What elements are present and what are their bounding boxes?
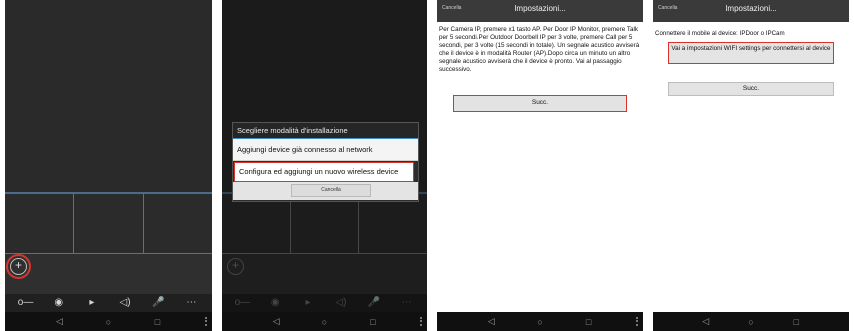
home-icon[interactable]: ○ (103, 317, 115, 327)
camera-main-view[interactable] (5, 0, 212, 192)
camera-grid (5, 194, 212, 254)
phone-install-dialog: + o— ◉ ▸ ◁) 🎤 ⋯ Scegliere modalità d'ins… (222, 0, 427, 331)
camera-cell[interactable] (143, 194, 212, 254)
more-icon[interactable]: ⋯ (181, 296, 201, 310)
camera-toolbar: o— ◉ ▸ ◁) 🎤 ⋯ (5, 294, 212, 312)
recents-icon[interactable]: □ (583, 317, 595, 327)
speaker-icon[interactable]: ◁) (115, 296, 135, 310)
menu-dots-icon[interactable] (636, 317, 638, 326)
wifi-settings-button[interactable]: Vai a impostazioni WIFI settings per con… (668, 42, 834, 64)
page-title: Impostazioni... (514, 4, 566, 13)
plus-icon: + (14, 258, 22, 272)
page-title: Impostazioni... (725, 4, 777, 13)
settings-body: Per Camera IP, premere x1 tasto AP. Per … (437, 22, 643, 312)
instructions-text: Per Camera IP, premere x1 tasto AP. Per … (439, 26, 640, 73)
option-configure-new-wireless-device[interactable]: Configura ed aggiungi un nuovo wireless … (234, 162, 414, 182)
add-device-button[interactable]: + (10, 258, 27, 275)
dialog-footer: Cancella (233, 182, 418, 200)
phone-settings-instructions: Cancella Impostazioni... Per Camera IP, … (437, 0, 643, 331)
home-icon[interactable]: ○ (745, 317, 757, 327)
home-icon[interactable]: ○ (318, 317, 330, 327)
connect-instruction-text: Connettere il mobile al device: IPDoor o… (655, 30, 785, 37)
settings-body: Connettere il mobile al device: IPDoor o… (653, 22, 849, 312)
screenshot-strip: + o— ◉ ▸ ◁) 🎤 ⋯ ◁ ○ □ + o— ◉ ▸ ◁) 🎤 ⋯ Sc… (0, 0, 854, 331)
menu-dots-icon[interactable] (205, 317, 207, 326)
settings-header: Cancella Impostazioni... (437, 0, 643, 22)
recents-icon[interactable]: □ (790, 317, 802, 327)
phone-settings-wifi: Cancella Impostazioni... Connettere il m… (653, 0, 849, 331)
home-icon[interactable]: ○ (534, 317, 546, 327)
next-button[interactable]: Succ. (453, 95, 627, 112)
recents-icon[interactable]: □ (367, 317, 379, 327)
android-nav-bar: ◁ ○ □ (437, 312, 643, 331)
android-nav-bar: ◁ ○ □ (5, 312, 212, 331)
key-icon[interactable]: o— (16, 296, 36, 310)
android-nav-bar: ◁ ○ □ (653, 312, 849, 331)
camera-icon[interactable]: ◉ (49, 296, 69, 310)
menu-dots-icon[interactable] (420, 317, 422, 326)
recents-icon[interactable]: □ (152, 317, 164, 327)
back-icon[interactable]: ◁ (54, 316, 66, 327)
back-icon[interactable]: ◁ (485, 316, 497, 327)
video-camera-icon[interactable]: ▸ (82, 296, 102, 310)
back-icon[interactable]: ◁ (700, 316, 712, 327)
dialog-title: Scegliere modalità d'installazione (233, 123, 418, 139)
option-add-connected-device[interactable]: Aggiungi device già connesso al network (233, 139, 418, 161)
settings-header: Cancella Impostazioni... (653, 0, 849, 22)
camera-controls-area (5, 254, 212, 294)
camera-cell[interactable] (74, 194, 144, 254)
microphone-icon[interactable]: 🎤 (148, 296, 168, 310)
next-button[interactable]: Succ. (668, 82, 834, 96)
android-nav-bar: ◁ ○ □ (222, 312, 427, 331)
camera-cell[interactable] (5, 194, 75, 254)
cancel-button[interactable]: Cancella (291, 184, 371, 197)
install-mode-dialog: Scegliere modalità d'installazione Aggiu… (232, 122, 419, 202)
back-icon[interactable]: ◁ (270, 316, 282, 327)
phone-camera-view: + o— ◉ ▸ ◁) 🎤 ⋯ ◁ ○ □ (5, 0, 212, 331)
